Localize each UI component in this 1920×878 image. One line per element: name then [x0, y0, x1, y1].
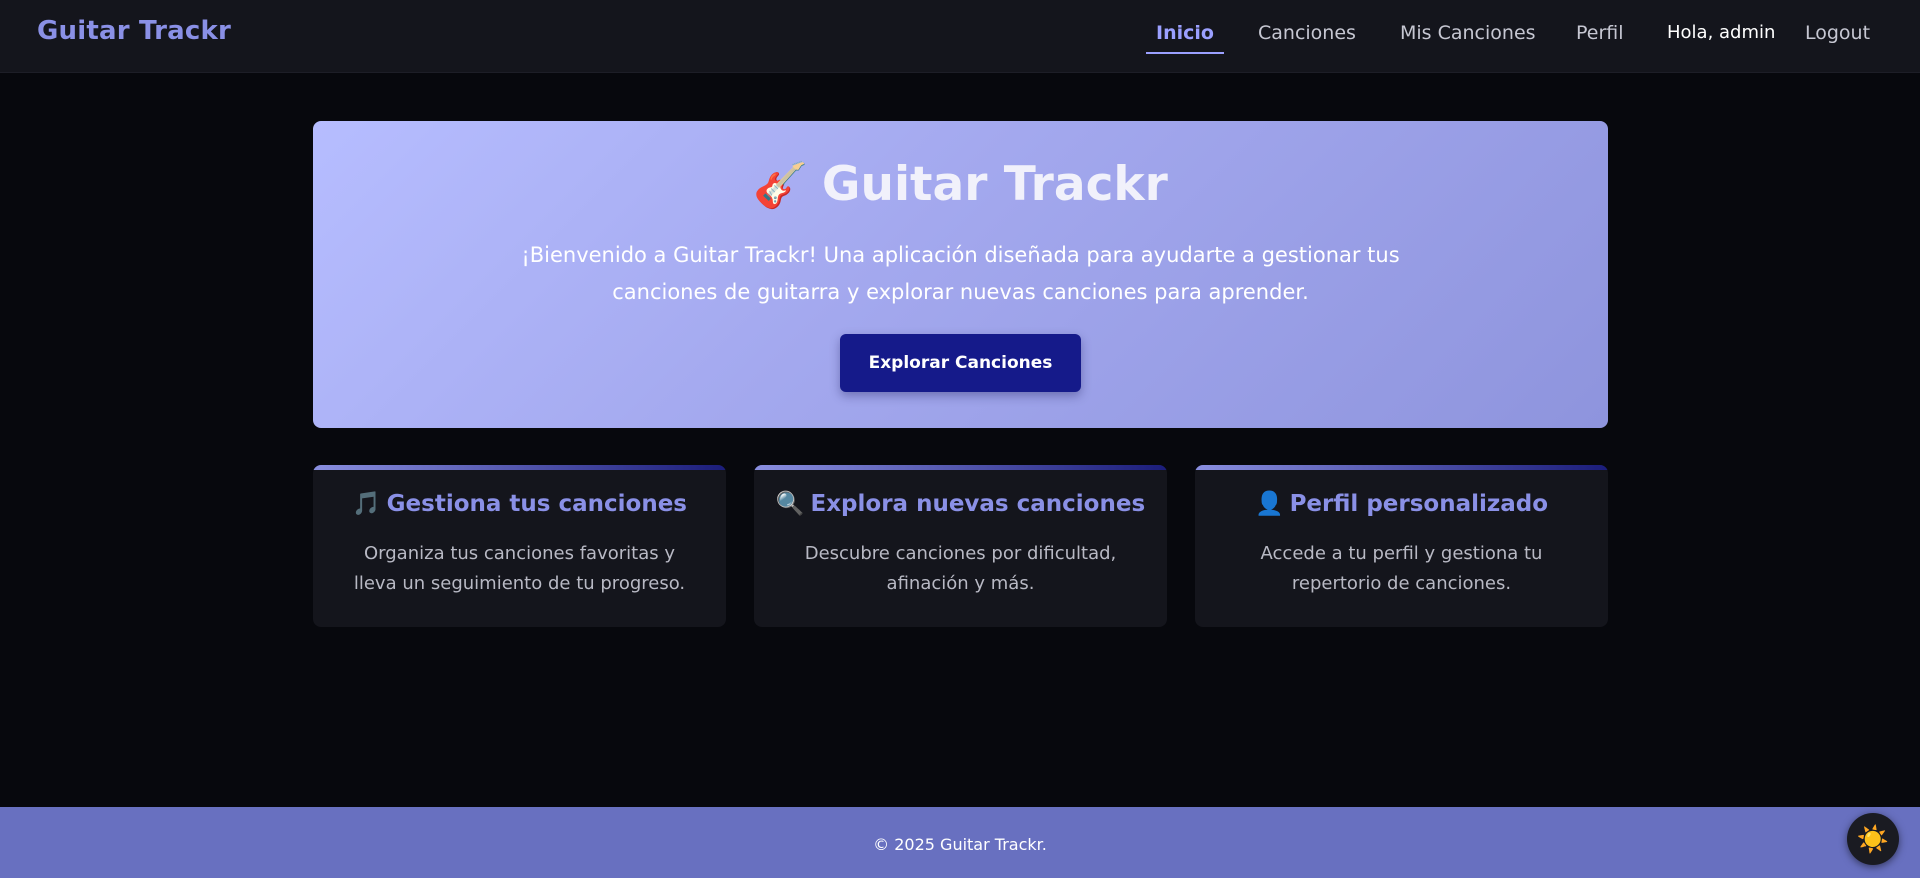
- footer-copyright: © 2025 Guitar Trackr.: [873, 835, 1047, 854]
- hero-title-text: Guitar Trackr: [821, 157, 1168, 212]
- music-note-icon: 🎵: [352, 491, 381, 517]
- nav-link-canciones[interactable]: Canciones: [1258, 22, 1356, 44]
- feature-title-text: Perfil personalizado: [1289, 491, 1549, 517]
- theme-toggle-sun-icon[interactable]: ☀️: [1847, 813, 1899, 865]
- hero-description: ¡Bienvenido a Guitar Trackr! Una aplicac…: [521, 243, 1400, 304]
- hero-title: 🎸 Guitar Trackr: [313, 157, 1608, 212]
- nav-links: Inicio Canciones Mis Canciones Perfil Ho…: [0, 0, 1920, 73]
- nav-link-perfil[interactable]: Perfil: [1576, 22, 1624, 44]
- feature-card-manage: 🎵 Gestiona tus canciones Organiza tus can…: [313, 465, 726, 627]
- feature-card-profile: 👤 Perfil personalizado Accede a tu perfil…: [1195, 465, 1608, 627]
- feature-description: Organiza tus canciones favoritas y lleva…: [353, 543, 686, 594]
- nav-link-inicio[interactable]: Inicio: [1146, 22, 1224, 54]
- explore-songs-button[interactable]: Explorar Canciones: [840, 334, 1081, 392]
- user-greeting: Hola, admin: [1667, 22, 1776, 43]
- footer: © 2025 Guitar Trackr.: [0, 807, 1920, 878]
- nav-link-mis-canciones[interactable]: Mis Canciones: [1400, 22, 1536, 44]
- feature-title-text: Explora nuevas canciones: [810, 491, 1146, 517]
- magnifier-icon: 🔍: [775, 491, 805, 517]
- hero-banner: 🎸 Guitar Trackr ¡Bienvenido a Guitar Trac…: [313, 121, 1608, 428]
- navbar: Guitar Trackr Inicio Canciones Mis Canci…: [0, 0, 1920, 73]
- user-icon: 👤: [1254, 491, 1284, 517]
- feature-title: 👤 Perfil personalizado: [1195, 490, 1608, 517]
- guitar-icon: 🎸: [753, 160, 808, 211]
- feature-title: 🎵 Gestiona tus canciones: [313, 490, 726, 517]
- feature-title-text: Gestiona tus canciones: [386, 491, 687, 517]
- feature-description: Accede a tu perfil y gestiona tu reperto…: [1260, 543, 1543, 594]
- feature-title: 🔍 Explora nuevas canciones: [754, 490, 1167, 517]
- feature-description: Descubre canciones por dificultad, afina…: [804, 543, 1117, 594]
- feature-card-explore: 🔍 Explora nuevas canciones Descubre canci…: [754, 465, 1167, 627]
- logout-link[interactable]: Logout: [1805, 22, 1870, 44]
